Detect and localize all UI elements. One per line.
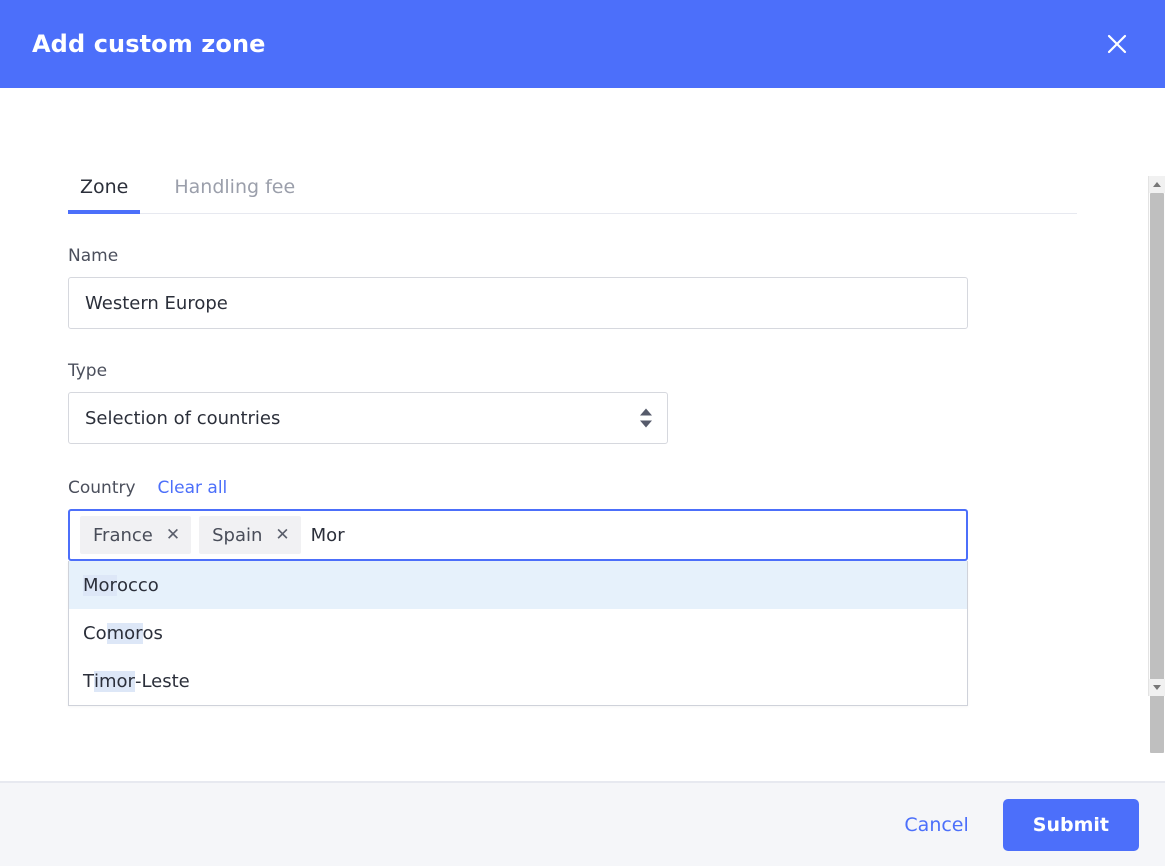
type-select-value: Selection of countries bbox=[85, 408, 280, 429]
country-tag-france: France ✕ bbox=[80, 516, 191, 554]
country-search-text: Mor bbox=[309, 525, 345, 546]
type-label: Type bbox=[68, 363, 1097, 380]
close-icon[interactable]: ✕ bbox=[166, 527, 180, 544]
country-option-morocco[interactable]: Morocco bbox=[69, 561, 967, 609]
chevron-down-icon[interactable] bbox=[1149, 679, 1165, 696]
name-input[interactable] bbox=[68, 277, 968, 329]
type-select[interactable]: Selection of countries bbox=[68, 392, 668, 444]
option-match: imor bbox=[94, 671, 135, 692]
scrollbar-track[interactable] bbox=[1149, 193, 1165, 679]
country-input[interactable]: France ✕ Spain ✕ Mor bbox=[68, 509, 968, 561]
country-multiselect: France ✕ Spain ✕ Mor Morocco bbox=[68, 509, 968, 561]
page-title: Add custom zone bbox=[32, 32, 266, 56]
country-option-timor-leste[interactable]: Timor-Leste bbox=[69, 657, 967, 705]
option-suffix: -Leste bbox=[135, 671, 190, 692]
country-options-menu: Morocco Comoros Timor-Leste bbox=[68, 561, 968, 706]
tag-label: France bbox=[93, 525, 153, 546]
clear-all-link[interactable]: Clear all bbox=[158, 478, 228, 498]
option-suffix: os bbox=[143, 623, 163, 644]
close-icon[interactable]: ✕ bbox=[275, 527, 289, 544]
scrollbar-thumb[interactable] bbox=[1150, 193, 1164, 753]
modal-footer: Cancel Submit bbox=[0, 782, 1165, 866]
vertical-scrollbar[interactable] bbox=[1148, 176, 1165, 696]
chevron-up-icon[interactable] bbox=[1149, 176, 1165, 193]
name-field-group: Name bbox=[68, 248, 1097, 329]
tag-label: Spain bbox=[212, 525, 262, 546]
tab-handling-fee[interactable]: Handling fee bbox=[162, 178, 307, 213]
spinner-updown-icon[interactable] bbox=[640, 409, 652, 428]
cancel-button[interactable]: Cancel bbox=[900, 806, 972, 844]
option-suffix: occo bbox=[117, 575, 159, 596]
close-button[interactable] bbox=[1095, 22, 1139, 66]
type-field-group: Type Selection of countries bbox=[68, 363, 1097, 444]
option-match: mor bbox=[107, 623, 143, 644]
close-icon bbox=[1104, 31, 1130, 57]
option-prefix: Co bbox=[83, 623, 107, 644]
modal-header: Add custom zone bbox=[0, 0, 1165, 88]
option-prefix: T bbox=[83, 671, 94, 692]
option-match: Mor bbox=[83, 575, 117, 596]
name-label: Name bbox=[68, 248, 1097, 265]
country-option-comoros[interactable]: Comoros bbox=[69, 609, 967, 657]
country-tag-spain: Spain ✕ bbox=[199, 516, 301, 554]
submit-button[interactable]: Submit bbox=[1003, 799, 1139, 851]
country-label: Country bbox=[68, 480, 136, 497]
tab-bar: Zone Handling fee bbox=[68, 160, 1077, 214]
add-custom-zone-modal: Add custom zone Zone Handling fee Name bbox=[0, 0, 1165, 866]
country-field-group: Country Clear all France ✕ Spain ✕ Mor bbox=[68, 478, 1097, 561]
tab-zone[interactable]: Zone bbox=[68, 178, 140, 213]
modal-body: Zone Handling fee Name Type Selection of… bbox=[0, 88, 1165, 782]
